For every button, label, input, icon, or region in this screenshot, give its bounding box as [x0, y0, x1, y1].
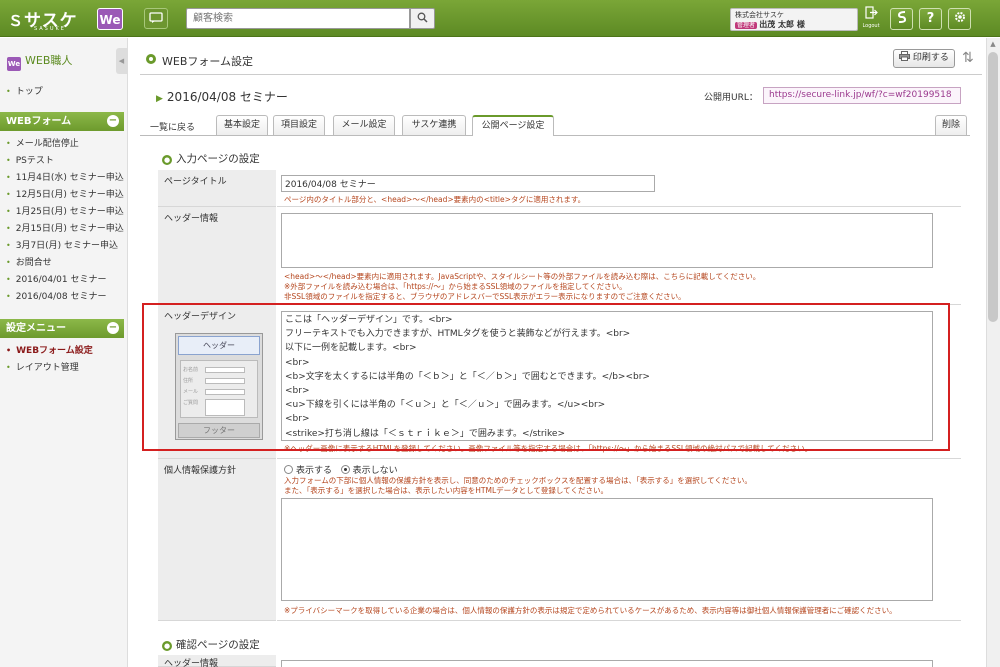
title-circle-icon: [146, 54, 156, 64]
tab-public-page[interactable]: 公開ページ設定: [472, 115, 554, 136]
back-to-list-link[interactable]: 一覧に戻る: [150, 120, 195, 133]
customer-search-input[interactable]: [186, 8, 410, 29]
sidebar-collapse-handle[interactable]: ◀: [116, 48, 127, 74]
sidebar-item-form[interactable]: 12月5日(月) セミナー申込: [6, 188, 124, 201]
section-circle-icon: ●: [162, 155, 172, 165]
confirm-header-info-textarea[interactable]: [281, 660, 933, 667]
we-icon: We: [7, 57, 21, 71]
page-title-label: ページタイトル: [158, 170, 276, 207]
radio-checked-icon[interactable]: [340, 465, 350, 474]
sidebar-item-form[interactable]: 2月15日(月) セミナー申込: [6, 222, 124, 235]
sidebar-item-form[interactable]: 3月7日(月) セミナー申込: [6, 239, 124, 252]
user-name: 出茂 太郎 様: [759, 20, 805, 29]
sidebar-item-form[interactable]: メール配信停止: [6, 137, 124, 150]
header-info-note: 非SSL領域のファイルを指定すると、ブラウザのアドレスバーでSSL表示がエラー表…: [284, 292, 686, 301]
radio-hide[interactable]: 表示しない: [340, 465, 398, 476]
header-info-textarea[interactable]: [281, 213, 933, 268]
user-company: 株式会社サスケ: [735, 11, 784, 19]
public-url-value[interactable]: https://secure-link.jp/wf/?c=wf20199518: [763, 87, 961, 104]
tab-sasuke[interactable]: サスケ連携: [402, 115, 466, 135]
sidebar-title[interactable]: We WEB職人: [7, 52, 117, 71]
section-input-page: ● 入力ページの設定: [162, 153, 260, 165]
radio-show[interactable]: 表示する: [284, 465, 332, 476]
tab-basic[interactable]: 基本設定: [216, 115, 268, 135]
collapse-minus-icon[interactable]: −: [107, 115, 119, 127]
tab-delete[interactable]: 削除: [935, 115, 967, 135]
sidebar-item-form[interactable]: 1月25日(月) セミナー申込: [6, 205, 124, 218]
we-app-icon[interactable]: We: [97, 8, 123, 30]
highlight-box: [142, 303, 950, 451]
privacy-note: また、「表示する」を選択した場合は、表示したい内容をHTMLデータとして登録して…: [284, 486, 608, 495]
scrollbar-thumb[interactable]: [988, 52, 998, 322]
sidebar-item-form[interactable]: お問合せ: [6, 256, 124, 269]
sidebar-section-settings[interactable]: 設定メニュー −: [0, 319, 124, 338]
sidebar-item-form[interactable]: PSテスト: [6, 154, 124, 167]
print-button[interactable]: 印刷する: [893, 49, 955, 68]
role-badge: 管理者: [735, 22, 758, 29]
form-title: ▶ 2016/04/08 セミナー: [156, 90, 288, 104]
tabs-baseline: [140, 135, 970, 136]
privacy-radio-group: 表示する 表示しない: [284, 463, 398, 476]
logout-button[interactable]: Logout: [860, 6, 882, 33]
sasuke-icon[interactable]: [890, 8, 913, 30]
collapse-minus-icon[interactable]: −: [107, 322, 119, 334]
triangle-icon: ▶: [156, 94, 163, 104]
printer-icon: [899, 51, 911, 61]
tab-fields[interactable]: 項目設定: [273, 115, 325, 135]
user-info-box: 株式会社サスケ 管理者 出茂 太郎 様: [730, 8, 858, 31]
header-info-note: <head>〜</head>要素内に適用されます。JavaScriptや、スタイ…: [284, 272, 761, 281]
privacy-note: 入力フォームの下部に個人情報の保護方針を表示し、同意のためのチェックボックスを配…: [284, 476, 752, 485]
logout-icon: [864, 6, 878, 19]
search-icon[interactable]: [410, 8, 435, 29]
sidebar-item-layout[interactable]: レイアウト管理: [6, 361, 124, 374]
header-info-note: ※外部ファイルを読み込む場合は、「https://〜」から始まるSSL領域のファ…: [284, 282, 627, 291]
section-circle-icon: ●: [162, 641, 172, 651]
chat-icon[interactable]: [144, 8, 168, 29]
radio-icon[interactable]: [284, 465, 293, 474]
header-info-label: ヘッダー情報: [158, 207, 276, 305]
help-icon[interactable]: ?: [919, 8, 942, 30]
section-confirm-page: ● 確認ページの設定: [162, 639, 260, 651]
divider: [140, 74, 982, 75]
privacy-label: 個人情報保護方針: [158, 459, 276, 621]
public-url-label: 公開用URL：: [704, 93, 758, 103]
page-title-input[interactable]: [281, 175, 655, 192]
refresh-icon[interactable]: ⇅: [962, 49, 978, 67]
tab-mail[interactable]: メール設定: [333, 115, 395, 135]
logo-mark-icon: Ｓ: [8, 12, 25, 30]
sidebar-item-form[interactable]: 2016/04/01 セミナー: [6, 273, 124, 286]
page-title-note: ページ内のタイトル部分と、<head>〜</head>要素内の<title>タグ…: [284, 195, 586, 204]
privacy-textarea[interactable]: [281, 498, 933, 601]
gear-icon[interactable]: [948, 8, 971, 30]
scroll-up-icon[interactable]: ▲: [988, 40, 998, 50]
sidebar-item-form[interactable]: 2016/04/08 セミナー: [6, 290, 124, 303]
sidebar-section-webform[interactable]: WEBフォーム −: [0, 112, 124, 131]
sidebar-item-form[interactable]: 11月4日(水) セミナー申込: [6, 171, 124, 184]
sasuke-logo[interactable]: Ｓサスケ SASUKE: [8, 6, 90, 32]
confirm-header-info-label: ヘッダー情報: [158, 655, 276, 667]
sidebar-item-top[interactable]: トップ: [6, 85, 124, 98]
sidebar-item-webform-settings[interactable]: WEBフォーム設定: [6, 344, 124, 357]
privacy-bottom-note: ※プライバシーマークを取得している企業の場合は、個人情報の保護方針の表示は規定で…: [284, 606, 897, 615]
page-title: WEBフォーム設定: [162, 55, 254, 68]
